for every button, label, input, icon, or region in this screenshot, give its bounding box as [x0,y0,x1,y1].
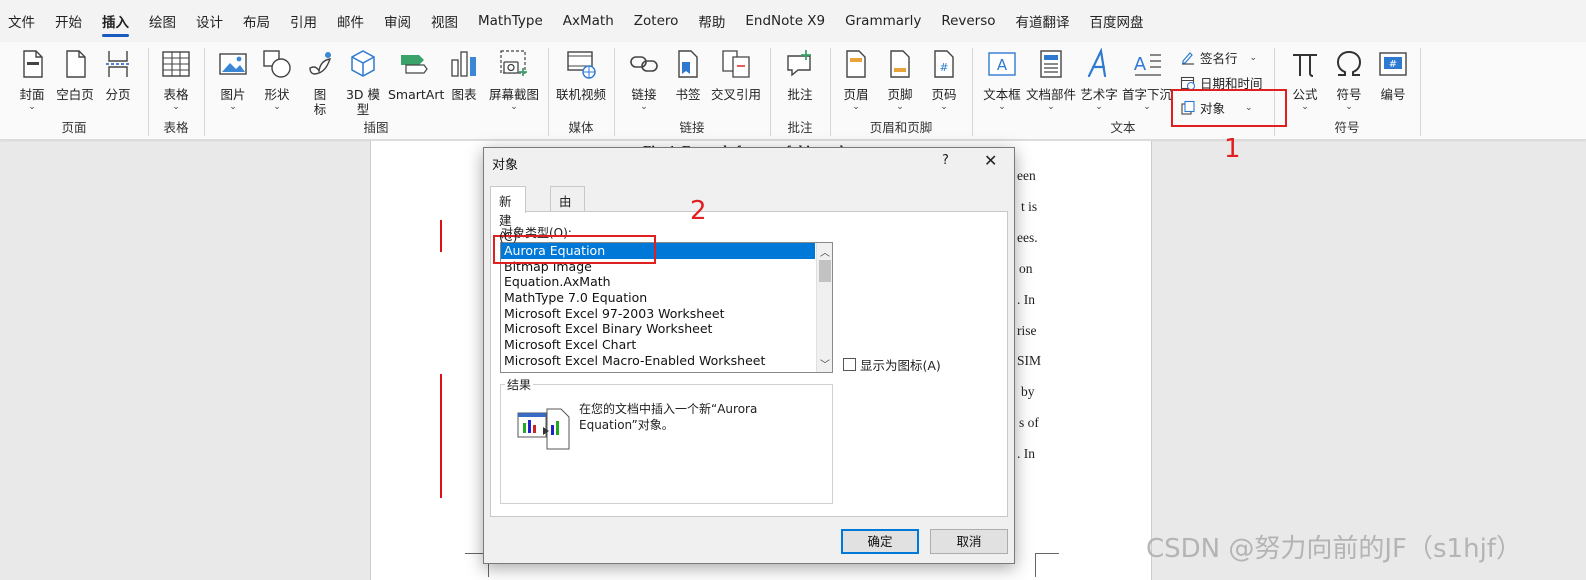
menu-layout[interactable]: 布局 [243,7,270,35]
list-scrollbar[interactable]: ︿ ﹀ [816,243,832,372]
ok-button[interactable]: 确定 [841,529,919,554]
menu-reverso[interactable]: Reverso [941,9,995,33]
group-tables: 表格 [148,42,204,140]
menu-draw[interactable]: 绘图 [149,7,176,35]
doc-text-fragment: een [1017,168,1036,183]
revision-mark [440,374,442,498]
scroll-thumb[interactable] [819,260,831,282]
group-links: 链接 [614,42,770,140]
object-dialog: 对象 ? ✕ 新建(C) 由文件创建(F) 对象类型(O): Aurora Eq… [483,147,1015,564]
help-button[interactable]: ? [942,153,949,168]
group-media: 媒体 [548,42,614,140]
annotation-box-object-button [1171,89,1287,127]
group-symbols: 符号 [1274,42,1420,140]
menu-file[interactable]: 文件 [8,7,35,35]
menu-help[interactable]: 帮助 [698,7,725,35]
group-header-footer-label: 页眉和页脚 [869,120,933,135]
doc-text-fragment: t is [1021,199,1038,214]
menu-home[interactable]: 开始 [55,7,82,35]
result-description: 在您的文档中插入一个新“Aurora Equation”对象。 [579,402,758,432]
scroll-down-icon[interactable]: ﹀ [817,356,832,371]
menu-zotero[interactable]: Zotero [634,9,679,33]
cancel-button[interactable]: 取消 [930,529,1008,554]
menu-youdao[interactable]: 有道翻译 [1016,7,1070,35]
tab-create-from-file[interactable]: 由文件创建(F) [550,186,585,301]
group-pages: 页面 [0,42,148,140]
menu-baidu-pan[interactable]: 百度网盘 [1090,7,1144,35]
group-symbols-label: 符号 [1334,120,1360,135]
annotation-number-1: 1 [1224,134,1241,164]
group-comments: 批注 [770,42,830,140]
menu-mathtype[interactable]: MathType [478,9,543,33]
list-item[interactable]: Microsoft Excel 97-2003 Worksheet [501,306,815,322]
annotation-number-2: 2 [690,196,707,226]
menu-insert[interactable]: 插入 [102,7,129,37]
doc-text-fragment: SIM [1017,353,1042,368]
menu-bar: 文件 开始 插入 绘图 设计 布局 引用 邮件 审阅 视图 MathType A… [0,0,1586,42]
list-item[interactable]: Microsoft Excel Chart [501,337,815,353]
doc-text-fragment: ees. [1017,230,1038,245]
group-links-label: 链接 [679,120,705,135]
close-button[interactable]: ✕ [984,151,997,170]
doc-text-fragment: by [1021,384,1035,399]
menu-references[interactable]: 引用 [290,7,317,35]
group-comments-label: 批注 [787,120,813,135]
group-pages-label: 页面 [61,120,87,135]
menu-grammarly[interactable]: Grammarly [845,9,921,33]
dialog-title: 对象 [492,158,519,173]
doc-text-fragment: on [1019,261,1033,276]
menu-design[interactable]: 设计 [196,7,223,35]
ribbon: 封面 ⌄ 空白页 分页 页面 表格 ⌄ 表格 图片 ⌄ 形状 ⌄ 图 标 3D … [0,42,1586,140]
menu-view[interactable]: 视图 [431,7,458,35]
menu-axmath[interactable]: AxMath [563,9,614,33]
group-tables-label: 表格 [163,120,189,135]
doc-text-fragment: . In [1017,446,1035,461]
page-corner-mark [1035,553,1059,577]
ribbon-separator [1420,48,1421,136]
watermark: CSDN @努力向前的JF（s1hjf） [1146,534,1522,564]
menu-endnote[interactable]: EndNote X9 [745,9,825,33]
tab-create-new[interactable]: 新建(C) [490,186,527,244]
scroll-up-icon[interactable]: ︿ [817,244,832,259]
menu-mailings[interactable]: 邮件 [337,7,364,35]
display-as-icon-label: 显示为图标(A) [860,358,941,373]
group-illustrations-label: 插图 [363,120,389,135]
group-header-footer: 页眉和页脚 [830,42,972,140]
list-item[interactable]: Equation.AxMath [501,274,815,290]
checkbox-box[interactable] [843,358,856,371]
doc-text-fragment: rise [1017,323,1037,338]
revision-mark [440,220,442,252]
result-box: 在您的文档中插入一个新“Aurora Equation”对象。 [500,384,833,504]
display-as-icon-checkbox[interactable]: 显示为图标(A) [843,355,941,374]
result-label: 结果 [505,376,534,393]
list-item[interactable]: MathType 7.0 Equation [501,290,815,306]
group-media-label: 媒体 [568,120,594,135]
group-illustrations: 插图 [204,42,548,140]
menu-review[interactable]: 审阅 [384,7,411,35]
doc-text-fragment: . In [1017,292,1035,307]
list-item[interactable]: Microsoft Excel Macro-Enabled Worksheet [501,353,815,369]
list-item[interactable]: Microsoft Excel Binary Worksheet [501,321,815,337]
doc-text-fragment: s of [1019,415,1039,430]
embedded-object-icon [517,408,570,450]
